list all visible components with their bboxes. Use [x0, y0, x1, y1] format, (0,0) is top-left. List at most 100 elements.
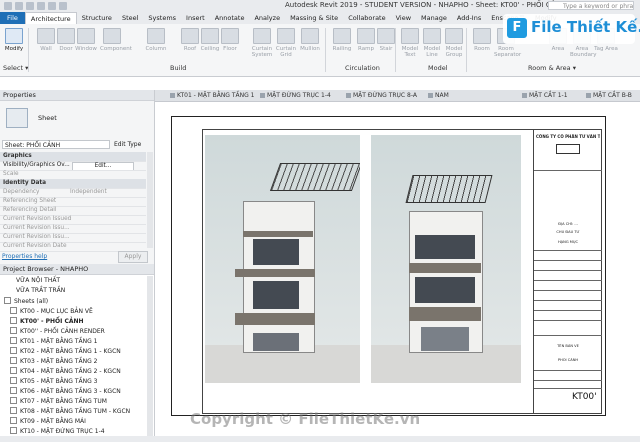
sheet-type-icon [6, 108, 28, 128]
view-tab[interactable]: MẶT ĐỨNG TRỤC 1-4 [259, 90, 331, 101]
ribbon-group-label[interactable]: Room & Area ▾ [528, 64, 576, 72]
site-logo: F File Thiết Kế.vn [503, 14, 640, 44]
property-key: Current Revision Date [3, 243, 67, 249]
tab-analyze[interactable]: Analyze [249, 12, 285, 24]
model-line-icon [423, 28, 441, 44]
status-bar [0, 436, 640, 442]
expand-icon[interactable] [10, 317, 17, 324]
tool-curtain-system[interactable]: Curtain System [250, 28, 274, 58]
expand-icon[interactable] [10, 307, 17, 314]
tab-annotate[interactable]: Annotate [210, 12, 250, 24]
expand-icon[interactable] [10, 327, 17, 334]
tool-window[interactable]: Window [74, 28, 98, 52]
expand-icon[interactable] [10, 387, 17, 394]
view-tab[interactable]: NAM [427, 90, 449, 101]
wall-icon [37, 28, 55, 44]
ribbon-group-label[interactable]: Select ▾ [3, 64, 28, 72]
tool-floor[interactable]: Floor [218, 28, 242, 52]
expand-icon[interactable] [10, 377, 17, 384]
tree-item[interactable]: VỮA TRẦT TRẦN [16, 287, 65, 295]
tree-item[interactable]: KT01 - MẶT BẰNG TẦNG 1 [10, 337, 98, 346]
properties-scrollbar[interactable] [147, 152, 153, 248]
tool-railing[interactable]: Railing [330, 28, 354, 52]
redo-icon[interactable] [37, 2, 45, 10]
tab-add-ins[interactable]: Add-Ins [452, 12, 486, 24]
tree-item[interactable]: KT00'' - PHỐI CẢNH RENDER [10, 327, 105, 336]
tab-architecture[interactable]: Architecture [24, 12, 77, 24]
tree-item[interactable]: KT09 - MẶT BẰNG MÁI [10, 417, 86, 426]
tab-systems[interactable]: Systems [143, 12, 181, 24]
measure-icon[interactable] [59, 2, 67, 10]
browser-scrollbar[interactable] [147, 276, 153, 436]
tab-collaborate[interactable]: Collaborate [343, 12, 390, 24]
tool-mullion[interactable]: Mullion [298, 28, 322, 52]
tool-model-group[interactable]: Model Group [442, 28, 466, 58]
tool-component[interactable]: Component [100, 28, 132, 52]
expand-icon[interactable] [10, 337, 17, 344]
undo-icon[interactable] [26, 2, 34, 10]
tree-item[interactable]: KT04 - MẶT BẰNG TẦNG 2 - KGCN [10, 367, 121, 376]
tree-item[interactable]: KT02 - MẶT BẰNG TẦNG 1 - KGCN [10, 347, 121, 356]
tree-item[interactable]: KT10 - MẶT ĐỨNG TRỤC 1-4 [10, 427, 105, 436]
tree-item[interactable]: KT03 - MẶT BẰNG TẦNG 2 [10, 357, 98, 366]
tool-model-line[interactable]: Model Line [420, 28, 444, 58]
search-input[interactable]: Type a keyword or phrase [548, 1, 634, 10]
expand-icon[interactable] [10, 427, 17, 434]
tab-structure[interactable]: Structure [77, 12, 117, 24]
drawing-canvas[interactable]: CÔNG TY CỔ PHẦN TƯ VẤN THIẾT KẾ VÀ XÂY D… [155, 102, 640, 436]
edit-type-button[interactable]: Edit Type [114, 140, 141, 149]
tree-label: KT07 - MẶT BẰNG TẦNG TUM [20, 398, 107, 405]
tool-modify[interactable]: Modify [2, 28, 26, 52]
view-tab[interactable]: MẶT ĐỨNG TRỤC 8-A [345, 90, 417, 101]
expand-icon[interactable] [4, 297, 11, 304]
tool-room[interactable]: Room [470, 28, 494, 52]
tree-label: KT00 - MỤC LỤC BẢN VẼ [20, 308, 93, 315]
tree-item[interactable]: KT07 - MẶT BẰNG TẦNG TUM [10, 397, 107, 406]
ribbon-group-label[interactable]: Build [170, 64, 186, 72]
expand-icon[interactable] [10, 407, 17, 414]
open-icon[interactable] [4, 2, 12, 10]
expand-icon[interactable] [10, 347, 17, 354]
perspective-render-left [205, 135, 360, 383]
tree-label: Sheets (all) [14, 298, 49, 305]
tab-view[interactable]: View [391, 12, 416, 24]
tree-item[interactable]: KT08 - MẶT BẰNG TẦNG TUM - KGCN [10, 407, 130, 416]
tab-steel[interactable]: Steel [117, 12, 143, 24]
view-tab[interactable]: KT01 - MẶT BẰNG TẦNG 1 [169, 90, 255, 101]
tree-label: VỮA NỘI THẤT [16, 277, 61, 284]
expand-icon[interactable] [10, 417, 17, 424]
type-name: Sheet [38, 114, 57, 122]
tab-file[interactable]: File [0, 12, 25, 24]
tool-label: Railing [332, 46, 352, 52]
ribbon-group-label[interactable]: Model [428, 64, 448, 72]
tree-group[interactable]: Sheets (all) [4, 297, 48, 306]
ribbon-group-label[interactable]: Circulation [345, 64, 380, 72]
properties-help-link[interactable]: Properties help [2, 253, 47, 260]
print-icon[interactable] [48, 2, 56, 10]
view-tab[interactable]: MẶT CẮT B-B [585, 90, 632, 101]
type-selector[interactable]: Sheet: PHỐI CẢNH [2, 140, 110, 149]
tree-item[interactable]: KT00 - MỤC LỤC BẢN VẼ [10, 307, 93, 316]
expand-icon[interactable] [10, 367, 17, 374]
tool-column[interactable]: Column [144, 28, 168, 52]
project-browser-header: Project Browser - NHAPHO [0, 264, 154, 275]
tool-curtain-grid[interactable]: Curtain Grid [274, 28, 298, 58]
property-key: Dependency [3, 189, 40, 195]
property-value: Independent [70, 189, 107, 195]
tool-model-text[interactable]: Model Text [398, 28, 422, 58]
tb-item: HẠNG MỤC [557, 240, 579, 244]
quick-access-toolbar[interactable] [4, 2, 154, 10]
tree-item[interactable]: KT05 - MẶT BẰNG TẦNG 3 [10, 377, 98, 386]
tree-item[interactable]: VỮA NỘI THẤT [16, 277, 60, 285]
tool-label: Mullion [300, 46, 320, 52]
view-tab[interactable]: MẶT CẮT 1-1 [521, 90, 568, 101]
tab-massing-site[interactable]: Massing & Site [285, 12, 343, 24]
expand-icon[interactable] [10, 397, 17, 404]
tree-item[interactable]: KT00' - PHỐI CẢNH [10, 317, 84, 326]
apply-button[interactable]: Apply [118, 251, 148, 263]
expand-icon[interactable] [10, 357, 17, 364]
tab-insert[interactable]: Insert [181, 12, 210, 24]
save-icon[interactable] [15, 2, 23, 10]
tree-item[interactable]: KT06 - MẶT BẰNG TẦNG 3 - KGCN [10, 387, 121, 396]
tab-manage[interactable]: Manage [416, 12, 452, 24]
